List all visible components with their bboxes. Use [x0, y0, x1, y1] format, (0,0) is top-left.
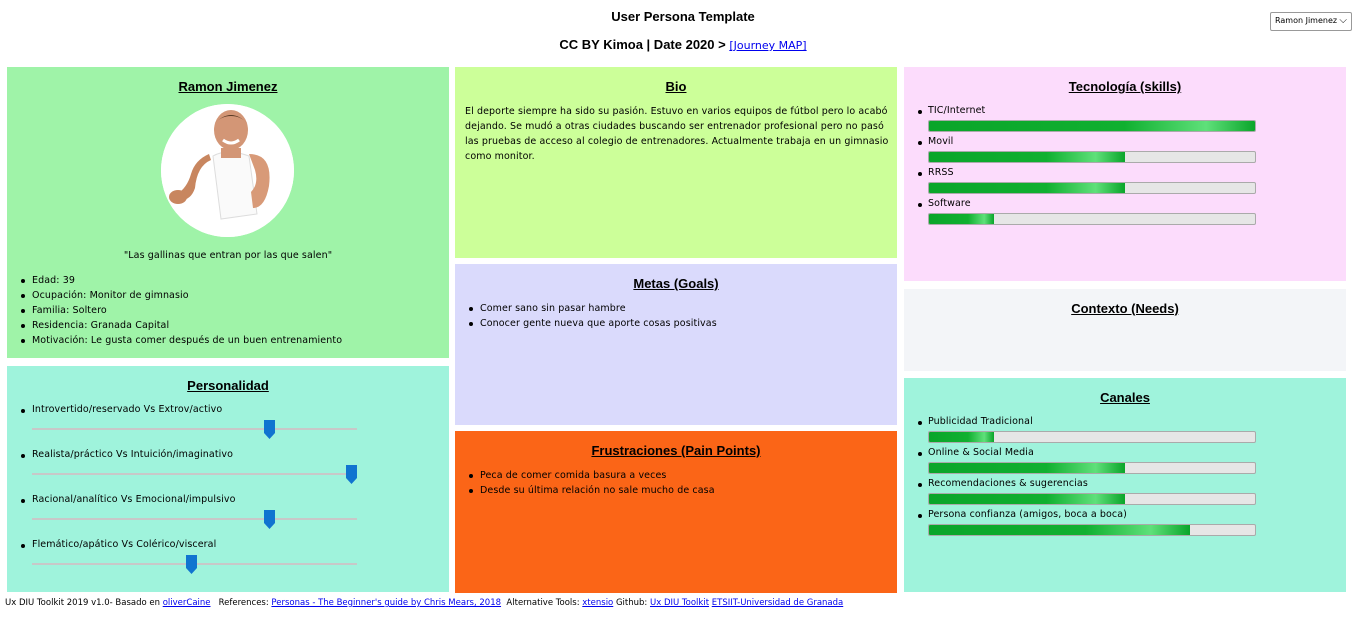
profile-details-list: Edad: 39 Ocupación: Monitor de gimnasio …: [19, 273, 342, 348]
channels-progress-fill: [929, 432, 995, 442]
technology-progress-fill: [929, 183, 1125, 193]
technology-item-label: Software: [928, 198, 971, 209]
technology-item-label: RRSS: [928, 167, 954, 178]
personality-card: Personalidad Introvertido/reservado Vs E…: [7, 366, 449, 592]
detail-residence: Residencia: Granada Capital: [19, 318, 342, 333]
bullet-dot: [918, 421, 922, 425]
bio-card: Bio El deporte siempre ha sido su pasión…: [455, 67, 897, 258]
channels-progress-bar: [928, 462, 1256, 474]
personality-slider-track[interactable]: [32, 473, 357, 475]
persona-photo-image: [161, 104, 294, 237]
personality-slider-thumb[interactable]: [345, 465, 357, 484]
footer-alt-label: Alternative Tools:: [501, 598, 583, 608]
technology-item-label: Movil: [928, 136, 954, 147]
frustrations-card: Frustraciones (Pain Points) Peca de come…: [455, 431, 897, 593]
detail-motivation: Motivación: Le gusta comer después de un…: [19, 333, 342, 348]
footer-github-label: Github:: [613, 598, 650, 608]
chevron-down-icon: ⌵: [1339, 15, 1347, 26]
footer-olivercaine-link[interactable]: oliverCaine: [163, 598, 211, 608]
persona-select-value: Ramon Jimenez: [1275, 16, 1338, 25]
bullet-dot: [918, 483, 922, 487]
footer-prefix: Ux DIU Toolkit 2019 v1.0- Basado en: [5, 598, 163, 608]
personality-slider-thumb[interactable]: [186, 555, 198, 574]
bullet-dot: [918, 141, 922, 145]
channels-progress-bar: [928, 493, 1256, 505]
technology-item-label: TIC/Internet: [928, 105, 986, 116]
goal-item: Comer sano sin pasar hambre: [467, 301, 717, 316]
page-title: User Persona Template: [611, 9, 755, 24]
persona-quote: "Las gallinas que entran por las que sal…: [123, 250, 333, 261]
bio-title: Bio: [665, 79, 687, 94]
channels-item-label: Recomendaciones & sugerencias: [928, 478, 1088, 489]
goals-list: Comer sano sin pasar hambre Conocer gent…: [467, 301, 717, 331]
technology-title: Tecnología (skills): [1068, 79, 1182, 94]
channels-progress-bar: [928, 524, 1256, 536]
channels-progress-fill: [929, 463, 1125, 473]
technology-progress-fill: [929, 214, 995, 224]
bullet-dot: [918, 514, 922, 518]
personality-trait-label: Realista/práctico Vs Intuición/imaginati…: [32, 449, 234, 460]
persona-name: Ramon Jimenez: [178, 79, 278, 94]
context-title: Contexto (Needs): [1071, 301, 1179, 316]
technology-progress-bar: [928, 151, 1256, 163]
personality-slider-track[interactable]: [32, 428, 357, 430]
persona-select[interactable]: Ramon Jimenez ⌵: [1270, 12, 1352, 31]
page-subtitle: CC BY Kimoa | Date 2020 > [Journey MAP]: [0, 37, 1366, 52]
personality-trait-label: Flemático/apático Vs Colérico/visceral: [32, 539, 217, 550]
bullet-dot: [918, 203, 922, 207]
personality-trait-label: Racional/analítico Vs Emocional/impulsiv…: [32, 494, 236, 505]
context-card: Contexto (Needs): [904, 289, 1346, 371]
goals-title: Metas (Goals): [633, 276, 719, 291]
frustration-item: Desde su última relación no sale mucho d…: [467, 483, 715, 498]
footer: Ux DIU Toolkit 2019 v1.0- Basado en oliv…: [5, 598, 843, 608]
journey-map-link[interactable]: [Journey MAP]: [729, 39, 806, 52]
goal-item: Conocer gente nueva que aporte cosas pos…: [467, 316, 717, 331]
detail-age: Edad: 39: [19, 273, 342, 288]
personality-trait-label: Introvertido/reservado Vs Extrov/activo: [32, 404, 223, 415]
bio-text: El deporte siempre ha sido su pasión. Es…: [465, 106, 889, 162]
channels-item-label: Persona confianza (amigos, boca a boca): [928, 509, 1127, 520]
profile-card: Ramon Jimenez "Las gallinas que entran p…: [7, 67, 449, 358]
frustration-item: Peca de comer comida basura a veces: [467, 468, 715, 483]
personality-slider-track[interactable]: [32, 518, 357, 520]
channels-progress-bar: [928, 431, 1256, 443]
frustrations-list: Peca de comer comida basura a veces Desd…: [467, 468, 715, 498]
channels-progress-fill: [929, 525, 1190, 535]
technology-card: Tecnología (skills) TIC/Internet Movil RRS…: [904, 67, 1346, 281]
technology-progress-bar: [928, 182, 1256, 194]
technology-progress-fill: [929, 121, 1255, 131]
personality-title: Personalidad: [187, 378, 269, 393]
personality-slider-thumb[interactable]: [264, 510, 276, 529]
footer-xtensio-link[interactable]: xtensio: [582, 598, 613, 608]
bullet-dot: [918, 172, 922, 176]
subtitle-text: CC BY Kimoa | Date 2020 >: [559, 37, 730, 52]
channels-item-label: Publicidad Tradicional: [928, 416, 1033, 427]
goals-card: Metas (Goals) Comer sano sin pasar hambr…: [455, 264, 897, 425]
frustrations-title: Frustraciones (Pain Points): [591, 443, 761, 458]
detail-occupation: Ocupación: Monitor de gimnasio: [19, 288, 342, 303]
channels-card: Canales Publicidad Tradicional Online & S…: [904, 378, 1346, 592]
technology-progress-bar: [928, 120, 1256, 132]
detail-family: Familia: Soltero: [19, 303, 342, 318]
footer-etsiit-link[interactable]: ETSIIT-Universidad de Granada: [712, 598, 843, 608]
channels-title: Canales: [1100, 390, 1150, 405]
channels-item-label: Online & Social Media: [928, 447, 1034, 458]
bullet-dot: [918, 452, 922, 456]
bullet-dot: [918, 110, 922, 114]
technology-progress-fill: [929, 152, 1125, 162]
footer-refs-label: References:: [210, 598, 272, 608]
personality-slider-thumb[interactable]: [264, 420, 276, 439]
technology-progress-bar: [928, 213, 1256, 225]
persona-avatar: [161, 104, 294, 237]
footer-references-link[interactable]: Personas - The Beginner's guide by Chris…: [271, 598, 501, 608]
footer-github-link[interactable]: Ux DIU Toolkit: [650, 598, 709, 608]
channels-progress-fill: [929, 494, 1125, 504]
